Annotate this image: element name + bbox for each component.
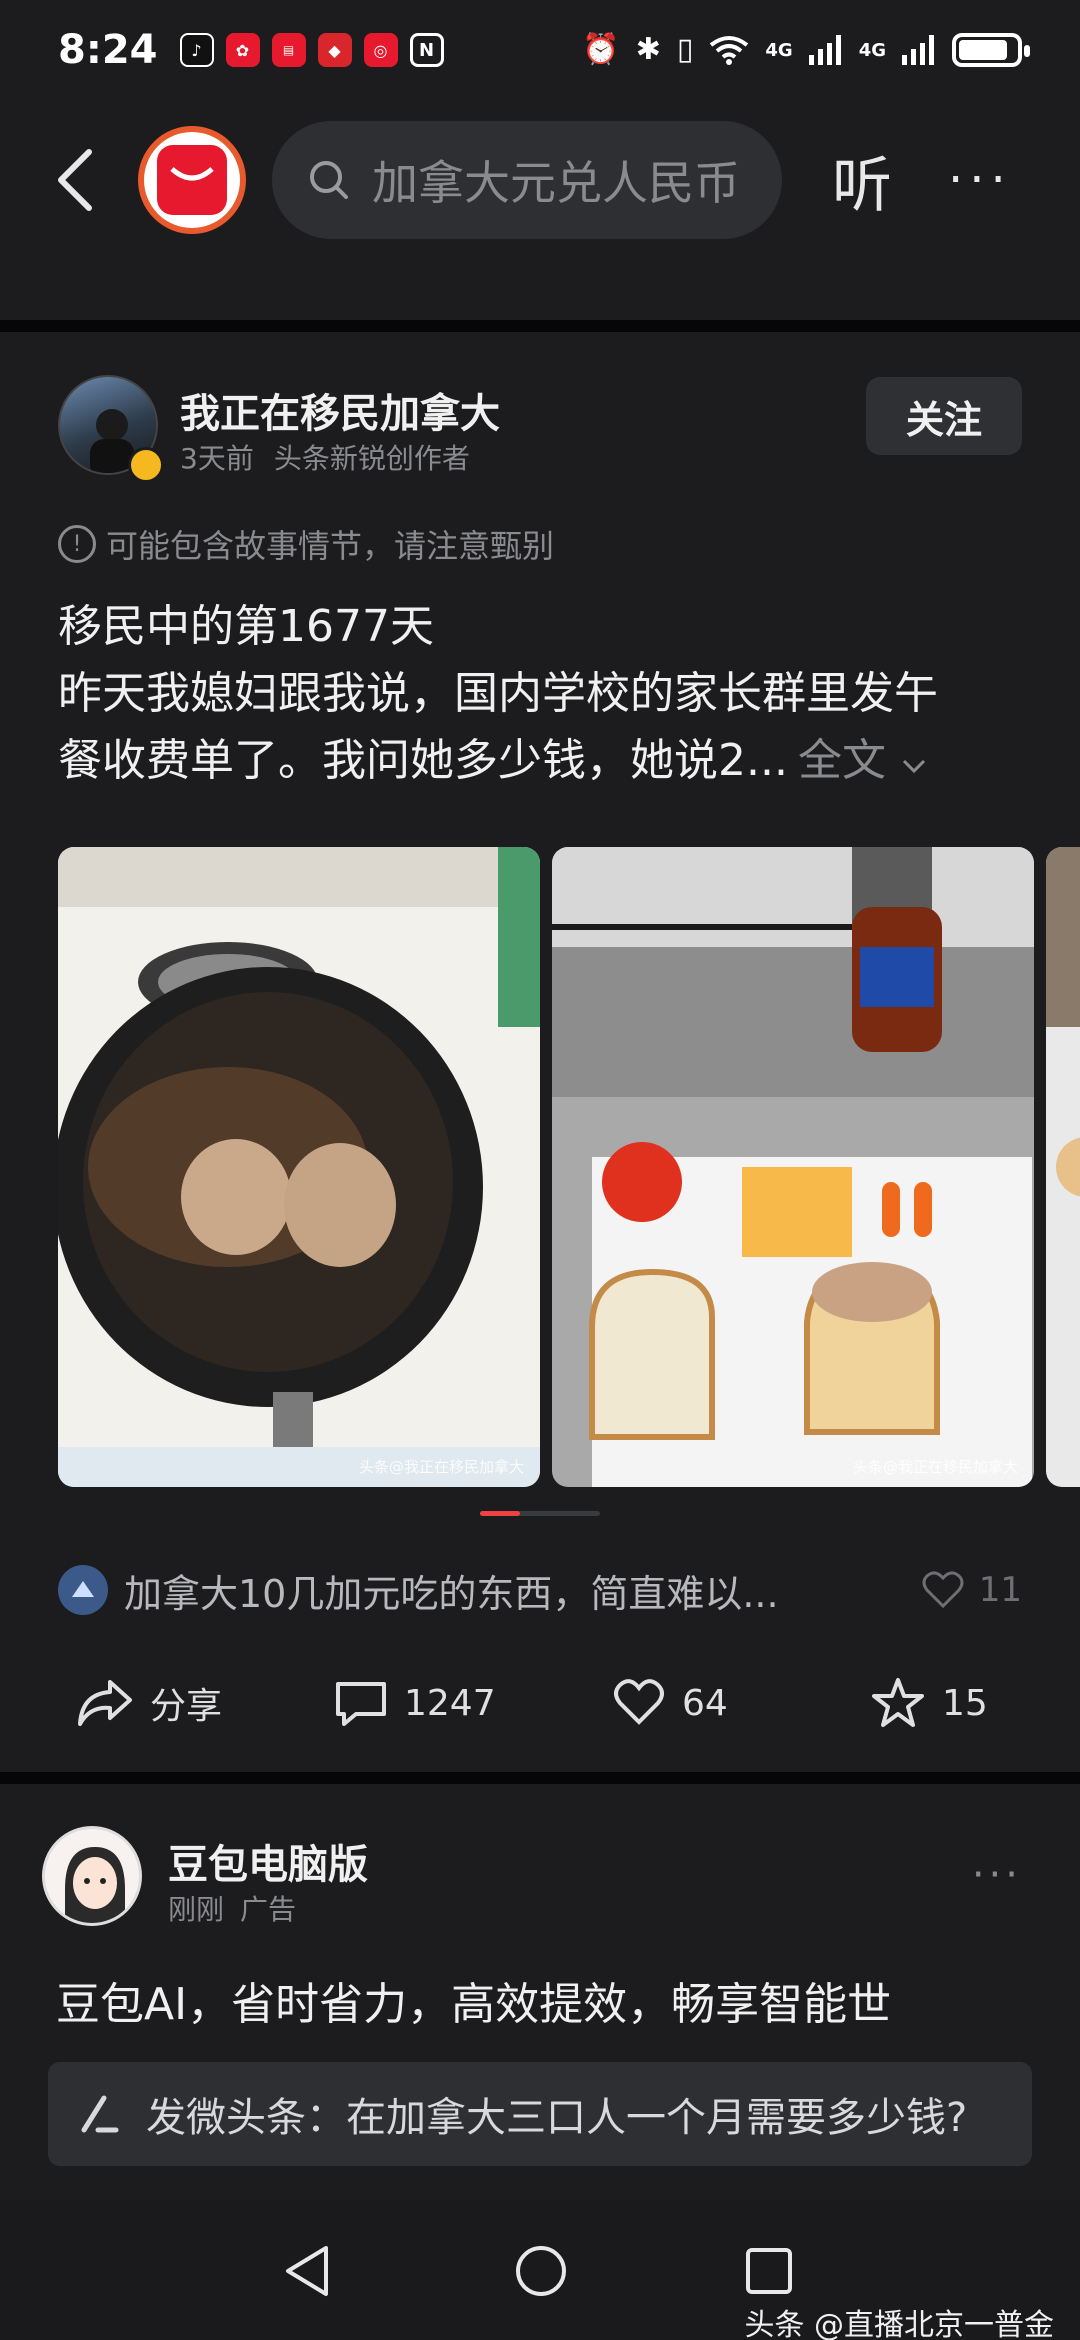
triangle-back-icon	[286, 2246, 328, 2296]
verified-badge-icon	[128, 447, 164, 483]
search-box[interactable]: 加拿大元兑人民币	[272, 121, 782, 239]
ad-meta: 刚刚 广告	[168, 1888, 296, 1928]
chevron-left-icon	[58, 149, 92, 211]
bluetooth-icon: ✱	[635, 32, 661, 67]
network-label-1: 4G	[765, 39, 793, 61]
top-bar: 加拿大元兑人民币 听 ···	[0, 110, 1080, 250]
more-button[interactable]: ···	[948, 152, 1012, 208]
vibrate-icon: ▯	[676, 32, 694, 67]
author-meta: 3天前 头条新锐创作者	[180, 437, 470, 477]
follow-button[interactable]: 关注	[866, 377, 1022, 455]
share-icon	[78, 1680, 132, 1726]
image-watermark-2: 头条@我正在移民加拿大	[852, 1458, 1018, 1476]
signal-icon	[808, 35, 841, 65]
ad-time: 刚刚	[168, 1893, 225, 1926]
heart-icon	[922, 1571, 964, 1609]
feed-divider	[0, 320, 1080, 332]
like-count: 64	[682, 1682, 728, 1724]
tiktok-icon: ♪	[179, 33, 214, 67]
ad-text[interactable]: 豆包AI，省时省力，高效提效，畅享智能世	[56, 1968, 891, 2032]
full-text-label: 全文	[797, 735, 886, 786]
compose-text: 发微头条：在加拿大三口人一个月需要多少钱?	[146, 2095, 968, 2141]
circle-home-icon	[516, 2246, 566, 2296]
favorite-button[interactable]: 15	[870, 1663, 988, 1743]
compose-bar[interactable]: 发微头条：在加拿大三口人一个月需要多少钱?	[48, 2062, 1032, 2166]
topic-icon	[58, 1565, 108, 1615]
alarm-icon: ⏰	[582, 32, 620, 67]
post-actions: 分享 1247 64 15	[0, 1663, 1080, 1743]
nav-home-button[interactable]	[506, 2236, 576, 2306]
signal-icon-2	[902, 35, 934, 65]
status-bar: 8:24 ♪ ✿ ▤ ◆ ◎ N ⏰ ✱ ▯ 4G 4G	[0, 0, 1080, 100]
ad-tag: 广告	[240, 1893, 297, 1926]
notice-text: 可能包含故事情节，请注意甄别	[106, 527, 555, 565]
post-text-line-3: 餐收费单了。我问她多少钱，她说2...	[58, 735, 788, 786]
search-icon	[310, 161, 348, 199]
feed-divider	[0, 1772, 1080, 1784]
post-image-1[interactable]: 头条@我正在移民加拿大	[58, 847, 540, 1487]
comment-icon	[336, 1682, 386, 1726]
favorite-count: 15	[942, 1682, 988, 1724]
source-credit: 头条 @直播北京一普金	[744, 2308, 1054, 2340]
share-button[interactable]: 分享	[76, 1663, 222, 1743]
news-app-icon: ◆	[317, 33, 352, 67]
share-label: 分享	[150, 1686, 223, 1727]
author-row: 我正在移民加拿大 3天前 头条新锐创作者 关注	[58, 375, 1022, 485]
related-like-button[interactable]: 11	[921, 1570, 1022, 1610]
post-text-line-1: 移民中的第1677天	[58, 601, 434, 652]
notification-icons: ♪ ✿ ▤ ◆ ◎ N	[179, 33, 444, 67]
system-nav-bar: 头条 @直播北京一普金	[0, 2200, 1080, 2340]
huawei-icon: ✿	[225, 33, 260, 67]
info-icon: !	[58, 525, 96, 563]
pen-icon	[81, 2095, 119, 2133]
app-logo[interactable]	[138, 126, 246, 234]
author-tag: 头条新锐创作者	[273, 442, 470, 475]
ad-avatar[interactable]	[42, 1826, 142, 1926]
nfc-icon: N	[409, 33, 444, 67]
search-placeholder: 加拿大元兑人民币	[372, 156, 740, 210]
network-label-2: 4G	[858, 39, 886, 61]
status-time: 8:24	[58, 27, 158, 73]
ad-more-button[interactable]: ···	[972, 1852, 1022, 1898]
post-image-3[interactable]	[1046, 847, 1080, 1487]
related-like-count: 11	[978, 1570, 1022, 1610]
post-image-2[interactable]: 头条@我正在移民加拿大	[552, 847, 1034, 1487]
heart-icon	[614, 1679, 664, 1725]
like-button[interactable]: 64	[612, 1663, 728, 1743]
chevron-down-icon	[902, 759, 926, 774]
author-name[interactable]: 我正在移民加拿大	[180, 381, 500, 439]
xiaohongshu-icon: ▤	[271, 33, 306, 67]
battery-icon	[952, 33, 1030, 67]
nav-back-button[interactable]	[272, 2236, 342, 2306]
image-watermark-1: 头条@我正在移民加拿大	[358, 1458, 524, 1476]
back-button[interactable]	[40, 145, 110, 215]
netease-icon: ◎	[363, 33, 398, 67]
nav-recents-button[interactable]	[734, 2236, 804, 2306]
content-notice: ! 可能包含故事情节，请注意甄别	[58, 521, 554, 567]
wifi-icon	[710, 36, 749, 65]
post-time: 3天前	[180, 442, 254, 475]
related-text: 加拿大10几加元吃的东西，简直难以...	[124, 1571, 779, 1616]
post-text-line-2: 昨天我媳妇跟我说，国内学校的家长群里发午	[58, 668, 938, 719]
comment-button[interactable]: 1247	[334, 1663, 496, 1743]
image-carousel[interactable]: 头条@我正在移民加拿大 头条@我正在移民加拿大	[58, 847, 1080, 1487]
red-envelope-icon	[157, 145, 227, 215]
ad-name[interactable]: 豆包电脑版	[168, 1832, 368, 1890]
carousel-indicator	[480, 1511, 600, 1516]
square-recents-icon	[746, 2248, 792, 2294]
related-topic[interactable]: 加拿大10几加元吃的东西，简直难以... 11	[58, 1555, 1022, 1625]
post-body[interactable]: 移民中的第1677天 昨天我媳妇跟我说，国内学校的家长群里发午 餐收费单了。我问…	[58, 593, 1038, 794]
listen-button[interactable]: 听	[832, 137, 892, 224]
comment-count: 1247	[404, 1682, 496, 1724]
star-icon	[872, 1678, 924, 1727]
full-text-link[interactable]: 全文	[798, 735, 928, 786]
